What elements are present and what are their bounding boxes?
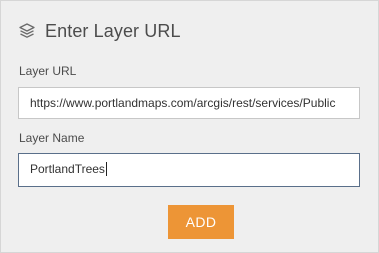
layer-name-input[interactable]: PortlandTrees	[18, 153, 360, 187]
panel-title: Enter Layer URL	[45, 20, 181, 41]
layer-url-label: Layer URL	[19, 64, 77, 78]
layer-name-value: PortlandTrees	[30, 162, 105, 176]
layers-icon	[18, 22, 36, 40]
add-button[interactable]: ADD	[168, 205, 234, 239]
panel-header: Enter Layer URL	[18, 18, 181, 44]
layer-url-input[interactable]: https://www.portlandmaps.com/arcgis/rest…	[18, 87, 360, 119]
enter-layer-url-panel: Enter Layer URL Layer URL https://www.po…	[0, 0, 379, 253]
layer-name-label: Layer Name	[19, 131, 85, 145]
text-caret	[105, 161, 107, 176]
